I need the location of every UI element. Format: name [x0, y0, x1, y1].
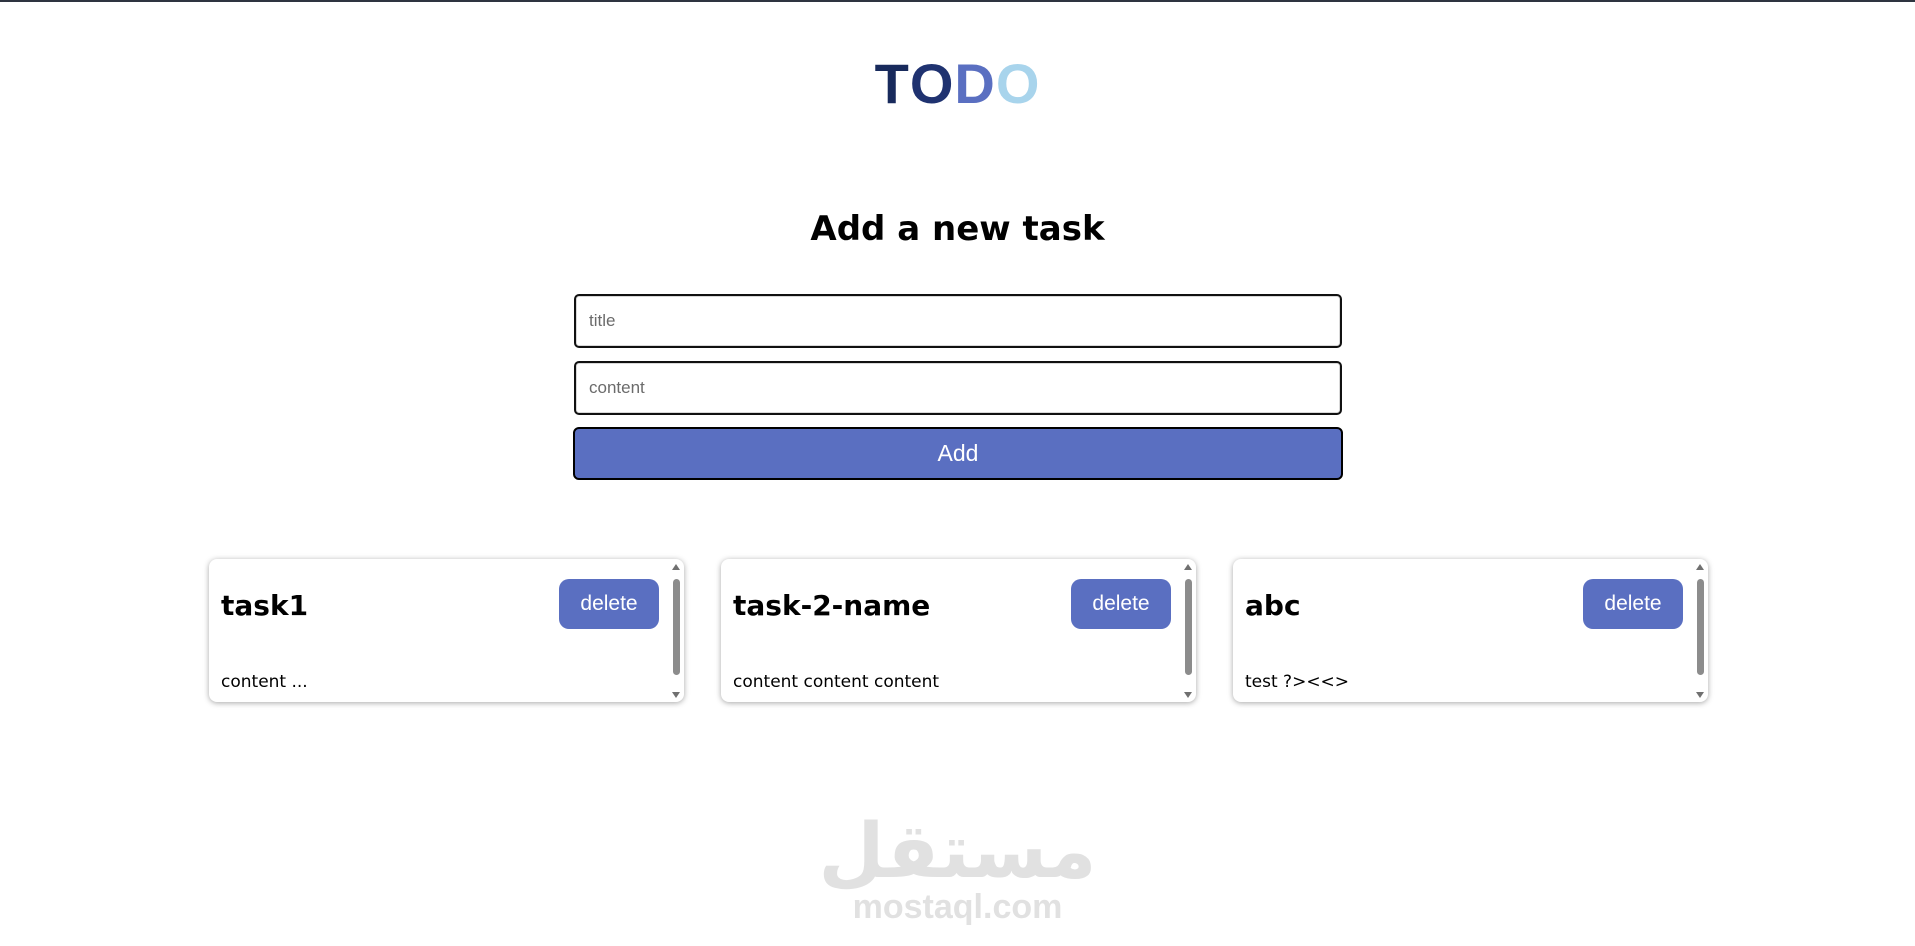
- page-title: Add a new task: [810, 209, 1105, 249]
- title-input[interactable]: [574, 294, 1342, 348]
- triangle-down-icon[interactable]: [1184, 692, 1192, 698]
- delete-button[interactable]: delete: [1583, 579, 1683, 629]
- logo-letter-o2: O: [995, 52, 1041, 115]
- top-border: [0, 0, 1915, 2]
- task-content: content content content: [733, 672, 940, 692]
- logo: TODO: [0, 52, 1915, 116]
- task-card: task-2-name delete content content conte…: [721, 559, 1196, 702]
- scroll-thumb[interactable]: [673, 579, 680, 675]
- card-scrollbar[interactable]: [670, 563, 682, 699]
- card-scrollbar[interactable]: [1182, 563, 1194, 699]
- task-list: task1 delete content ... task-2-name del…: [0, 559, 1915, 703]
- triangle-up-icon[interactable]: [672, 564, 680, 570]
- triangle-down-icon[interactable]: [1696, 692, 1704, 698]
- scroll-thumb[interactable]: [1185, 579, 1192, 675]
- content-input[interactable]: [574, 361, 1342, 415]
- watermark: مستقل mostaql.com: [0, 806, 1915, 927]
- task-title: task-2-name: [733, 589, 931, 622]
- watermark-latin: mostaql.com: [852, 888, 1063, 926]
- add-button[interactable]: Add: [573, 427, 1343, 480]
- logo-letter-o1: O: [909, 52, 955, 115]
- task-card: task1 delete content ...: [209, 559, 684, 702]
- delete-button[interactable]: delete: [1071, 579, 1171, 629]
- triangle-up-icon[interactable]: [1184, 564, 1192, 570]
- delete-button[interactable]: delete: [559, 579, 659, 629]
- task-title: task1: [221, 589, 309, 622]
- triangle-down-icon[interactable]: [672, 692, 680, 698]
- scroll-thumb[interactable]: [1697, 579, 1704, 675]
- logo-letter-t: T: [874, 52, 910, 115]
- logo-letter-d: D: [954, 52, 996, 115]
- task-card: abc delete test ?><<>: [1233, 559, 1708, 702]
- task-content: test ?><<>: [1245, 672, 1350, 692]
- task-content: content ...: [221, 672, 308, 692]
- triangle-up-icon[interactable]: [1696, 564, 1704, 570]
- task-title: abc: [1245, 589, 1301, 622]
- card-scrollbar[interactable]: [1694, 563, 1706, 699]
- watermark-arabic: مستقل: [818, 806, 1097, 895]
